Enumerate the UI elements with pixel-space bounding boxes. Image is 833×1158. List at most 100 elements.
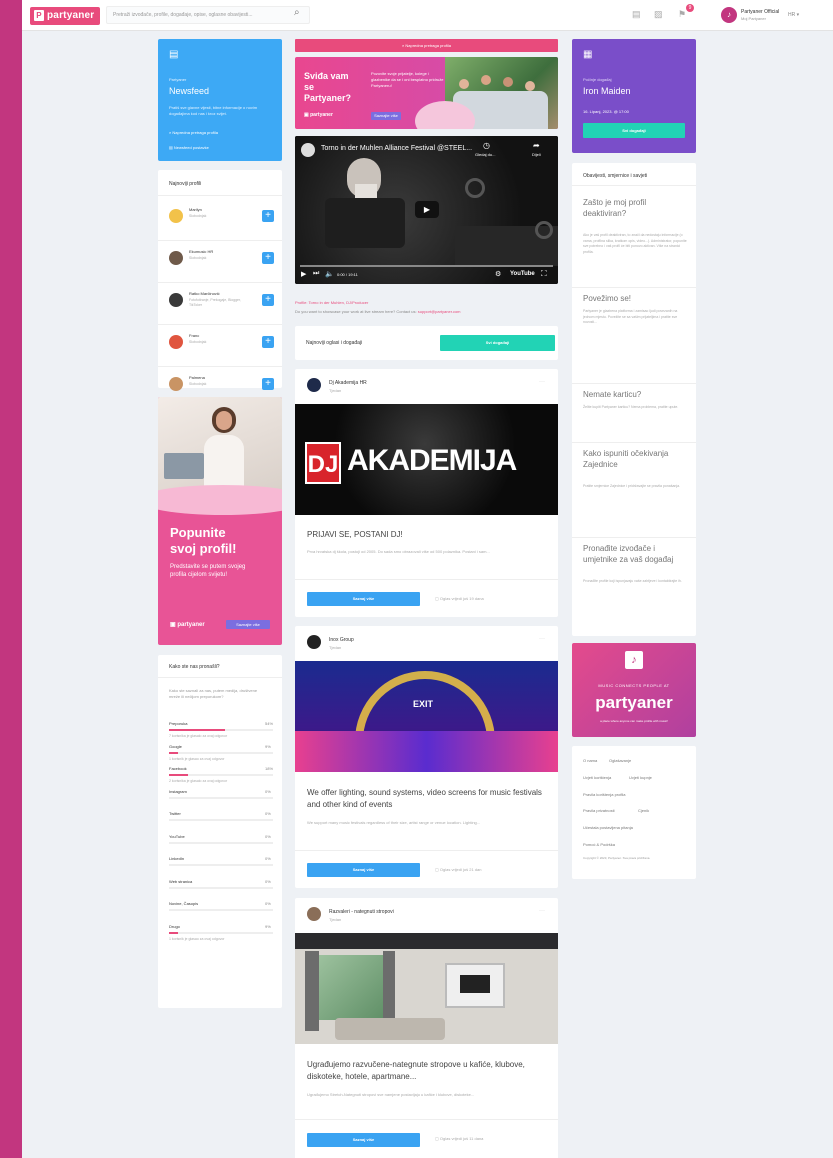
flag-icon[interactable]: ⚑: [678, 9, 686, 20]
all-events-button[interactable]: Svi događaji: [440, 335, 555, 351]
profile-name[interactable]: Franc: [189, 333, 199, 338]
faq-item[interactable]: Zašto je moj profil deaktiviran? Ako je v…: [572, 197, 696, 293]
learn-more-button[interactable]: Saznaj više: [307, 863, 420, 877]
profile-avatar[interactable]: [169, 251, 183, 265]
follow-plus-button[interactable]: +: [262, 378, 274, 390]
footer-link-terms[interactable]: Uvjeti korištenja: [583, 775, 611, 780]
more-options-icon[interactable]: ···: [539, 379, 545, 385]
all-events-button[interactable]: Svi događaji: [583, 123, 685, 138]
post-author-avatar[interactable]: [307, 635, 321, 649]
volume-icon[interactable]: 🔈: [325, 270, 334, 278]
learn-more-button[interactable]: Saznaj više: [307, 592, 420, 606]
advanced-search-button[interactable]: ⌕ Napredna pretraga profila: [295, 39, 558, 52]
invite-more-button[interactable]: Saznajte više: [371, 112, 401, 120]
poll-option[interactable]: Instagram 0%: [158, 789, 282, 809]
video-player[interactable]: Torno in der Muhlen Alliance Festival @S…: [295, 136, 558, 284]
support-email-link[interactable]: support@partyaner.com: [418, 309, 461, 314]
faq-question[interactable]: Pronađite izvođače i umjetnike za vaš do…: [583, 543, 687, 565]
faq-question[interactable]: Povežimo se!: [583, 293, 687, 304]
profile-name[interactable]: Marilyn: [189, 207, 202, 212]
poll-option[interactable]: Drugo 9% 1 korisnik je glasao za ovaj odgo…: [158, 924, 282, 944]
user-avatar[interactable]: ♪: [721, 7, 737, 23]
post-image[interactable]: EXIT: [295, 661, 558, 772]
image-icon[interactable]: ▨: [654, 9, 663, 20]
settings-icon[interactable]: ⚙: [495, 270, 501, 278]
footer-link-support[interactable]: Pomoć & Podrška: [583, 842, 615, 847]
footer-link-faq[interactable]: Učestala postavljena pitanja: [583, 825, 633, 830]
post-author[interactable]: Razvaleri - nategnuti stropovi: [329, 909, 394, 915]
post-author-avatar[interactable]: [307, 378, 321, 392]
post-author-avatar[interactable]: [307, 907, 321, 921]
invite-banner[interactable]: Sviđa vam se Partyaner? Pozovite svoje p…: [295, 57, 558, 129]
footer-link-purchase-terms[interactable]: Uvjeti kupnje: [629, 775, 652, 780]
faq-item[interactable]: Nemate karticu? Želite kupiti Partyaner k…: [572, 389, 696, 448]
clock-icon[interactable]: ◷: [483, 141, 490, 150]
more-options-icon[interactable]: ···: [539, 636, 545, 642]
faq-question[interactable]: Zašto je moj profil deaktiviran?: [583, 197, 687, 219]
play-small-icon[interactable]: ▶: [301, 270, 306, 278]
footer-link-advertising[interactable]: Oglašavanje: [609, 758, 631, 763]
follow-plus-button[interactable]: +: [262, 336, 274, 348]
share-label[interactable]: Dijeli: [532, 152, 541, 157]
profile-name[interactable]: Ratko Marčinović: [189, 291, 220, 296]
poll-option[interactable]: Google 9% 1 korisnik je glasao za ovaj odg…: [158, 744, 282, 764]
profile-name[interactable]: Palmena: [189, 375, 205, 380]
profile-row[interactable]: Marilyn Slobodnjak +: [158, 205, 282, 241]
profile-avatar[interactable]: [169, 209, 183, 223]
play-icon[interactable]: ▶: [415, 201, 439, 218]
language-selector[interactable]: HR ▾: [788, 12, 799, 18]
profile-row[interactable]: Franc Slobodnjak +: [158, 331, 282, 367]
search-icon[interactable]: ⌕: [294, 7, 300, 18]
post-author[interactable]: Inox Group: [329, 637, 354, 643]
footer-link-pricing[interactable]: Cjenik: [638, 808, 649, 813]
poll-option[interactable]: Novine, Časopis 0%: [158, 901, 282, 921]
watch-later-label[interactable]: Gledaj du...: [475, 152, 495, 157]
faq-item[interactable]: Pronađite izvođače i umjetnike za vaš do…: [572, 543, 696, 636]
learn-more-button[interactable]: Saznaj više: [307, 1133, 420, 1147]
post-image[interactable]: DJ AKADEMIJA: [295, 404, 558, 515]
partyaner-logo[interactable]: Ppartyaner: [30, 7, 101, 25]
follow-plus-button[interactable]: +: [262, 252, 274, 264]
footer-link-about[interactable]: O nama: [583, 758, 597, 763]
profile-row[interactable]: Ratko Marčinović Fotofotiranje, Prekogaje…: [158, 289, 282, 325]
profile-promo-card[interactable]: Popunite svoj profil! Predstavite se put…: [158, 397, 282, 645]
video-title[interactable]: Torno in der Muhlen Alliance Festival @S…: [321, 145, 472, 152]
youtube-logo[interactable]: YouTube: [510, 271, 535, 277]
partyaner-ad[interactable]: ♪ MUSIC CONNECTS PEOPLE AT partyaner a p…: [572, 643, 696, 737]
search-input[interactable]: Pretraži izvođače, profile, događaje, op…: [106, 6, 310, 24]
profile-avatar[interactable]: [169, 293, 183, 307]
share-icon[interactable]: ➦: [533, 141, 540, 150]
faq-question[interactable]: Kako ispuniti očekivanja Zajednice: [583, 448, 687, 470]
post-author[interactable]: Dj Akademija HR: [329, 380, 367, 386]
poll-option[interactable]: LinkedIn 0%: [158, 856, 282, 876]
poll-option[interactable]: YouTube 0%: [158, 834, 282, 854]
post-image[interactable]: [295, 933, 558, 1044]
follow-plus-button[interactable]: +: [262, 294, 274, 306]
footer-link-profile-rules[interactable]: Pravila korištenja profila: [583, 792, 625, 797]
more-options-icon[interactable]: ···: [539, 908, 545, 914]
poll-option[interactable]: Twitter 0%: [158, 811, 282, 831]
video-profile-link[interactable]: Profile: Torno in der Muhlen, DJ/Produce…: [295, 300, 368, 305]
fullscreen-icon[interactable]: ⛶: [541, 269, 547, 279]
document-icon[interactable]: ▤: [632, 9, 641, 20]
profile-avatar[interactable]: [169, 377, 183, 391]
profile-name[interactable]: Ekumusic HR: [189, 249, 213, 254]
promo-more-button[interactable]: Saznajte više: [226, 620, 270, 629]
footer-link-privacy[interactable]: Pravila privatnosti: [583, 808, 615, 813]
progress-track[interactable]: [300, 265, 553, 267]
next-icon[interactable]: ⏭: [313, 270, 319, 278]
event-title[interactable]: Iron Maiden: [583, 86, 631, 96]
profile-row[interactable]: Ekumusic HR Slobodnjak +: [158, 247, 282, 283]
faq-question[interactable]: Nemate karticu?: [583, 389, 687, 400]
advanced-search-link[interactable]: ⌕ Napredna pretraga profila: [169, 130, 218, 135]
poll-option[interactable]: Preporuka 54% 7 korisnika je glasalo za ov…: [158, 721, 282, 741]
newsfeed-settings-link[interactable]: ▤ Newsfeed postavke: [169, 145, 209, 150]
poll-option[interactable]: Facebook 18% 2 korisnika je glasalo za ova…: [158, 766, 282, 786]
poll-option[interactable]: Web stranica 0%: [158, 879, 282, 899]
profile-avatar[interactable]: [169, 335, 183, 349]
user-name[interactable]: Partyaner Official: [741, 9, 779, 15]
faq-item[interactable]: Kako ispuniti očekivanja Zajednice Pratit…: [572, 448, 696, 543]
follow-plus-button[interactable]: +: [262, 210, 274, 222]
channel-avatar[interactable]: [301, 143, 315, 157]
faq-item[interactable]: Povežimo se! Partyaner je glazbena platfo…: [572, 293, 696, 389]
